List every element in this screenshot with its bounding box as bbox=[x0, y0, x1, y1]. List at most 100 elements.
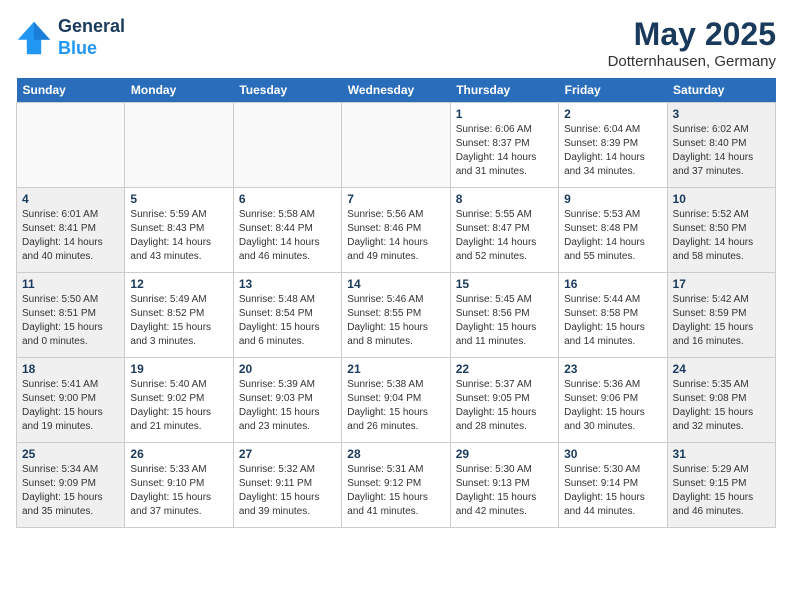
calendar-cell: 8 Sunrise: 5:55 AM Sunset: 8:47 PM Daylig… bbox=[450, 188, 558, 273]
day-number: 9 bbox=[564, 192, 661, 206]
calendar-week-row: 18 Sunrise: 5:41 AM Sunset: 9:00 PM Dayli… bbox=[17, 358, 776, 443]
calendar-table: SundayMondayTuesdayWednesdayThursdayFrid… bbox=[16, 78, 776, 528]
day-number: 30 bbox=[564, 447, 661, 461]
calendar-cell: 26 Sunrise: 5:33 AM Sunset: 9:10 PM Dayli… bbox=[125, 443, 233, 528]
weekday-header: Friday bbox=[559, 78, 667, 103]
calendar-header-row: SundayMondayTuesdayWednesdayThursdayFrid… bbox=[17, 78, 776, 103]
calendar-cell: 12 Sunrise: 5:49 AM Sunset: 8:52 PM Dayli… bbox=[125, 273, 233, 358]
weekday-header: Sunday bbox=[17, 78, 125, 103]
day-number: 7 bbox=[347, 192, 444, 206]
calendar-cell: 4Sunrise: 6:01 AM Sunset: 8:41 PM Daylig… bbox=[17, 188, 125, 273]
calendar-cell bbox=[342, 103, 450, 188]
day-detail: Sunrise: 5:48 AM Sunset: 8:54 PM Dayligh… bbox=[239, 293, 336, 349]
calendar-cell: 1Sunrise: 6:06 AM Sunset: 8:37 PM Daylig… bbox=[450, 103, 558, 188]
day-number: 31 bbox=[673, 447, 770, 461]
calendar-cell: 21 Sunrise: 5:38 AM Sunset: 9:04 PM Dayli… bbox=[342, 358, 450, 443]
calendar-cell: 29 Sunrise: 5:30 AM Sunset: 9:13 PM Dayli… bbox=[450, 443, 558, 528]
day-number: 13 bbox=[239, 277, 336, 291]
day-number: 28 bbox=[347, 447, 444, 461]
day-number: 12 bbox=[130, 277, 227, 291]
day-detail: Sunrise: 5:33 AM Sunset: 9:10 PM Dayligh… bbox=[130, 463, 227, 519]
day-number: 21 bbox=[347, 362, 444, 376]
calendar-week-row: 1Sunrise: 6:06 AM Sunset: 8:37 PM Daylig… bbox=[17, 103, 776, 188]
calendar-cell: 10Sunrise: 5:52 AM Sunset: 8:50 PM Dayli… bbox=[667, 188, 775, 273]
day-detail: Sunrise: 5:38 AM Sunset: 9:04 PM Dayligh… bbox=[347, 378, 444, 434]
calendar-cell: 17Sunrise: 5:42 AM Sunset: 8:59 PM Dayli… bbox=[667, 273, 775, 358]
day-detail: Sunrise: 5:37 AM Sunset: 9:05 PM Dayligh… bbox=[456, 378, 553, 434]
weekday-header: Tuesday bbox=[233, 78, 341, 103]
day-number: 16 bbox=[564, 277, 661, 291]
calendar-cell bbox=[125, 103, 233, 188]
logo-line2: Blue bbox=[58, 38, 125, 60]
calendar-cell: 18 Sunrise: 5:41 AM Sunset: 9:00 PM Dayli… bbox=[17, 358, 125, 443]
day-number: 26 bbox=[130, 447, 227, 461]
location: Dotternhausen, Germany bbox=[608, 53, 776, 70]
day-detail: Sunrise: 5:55 AM Sunset: 8:47 PM Dayligh… bbox=[456, 208, 553, 264]
calendar-cell: 3Sunrise: 6:02 AM Sunset: 8:40 PM Daylig… bbox=[667, 103, 775, 188]
day-detail: Sunrise: 5:36 AM Sunset: 9:06 PM Dayligh… bbox=[564, 378, 661, 434]
day-number: 18 bbox=[22, 362, 119, 376]
day-number: 29 bbox=[456, 447, 553, 461]
calendar-cell: 13 Sunrise: 5:48 AM Sunset: 8:54 PM Dayli… bbox=[233, 273, 341, 358]
day-number: 17 bbox=[673, 277, 770, 291]
calendar-cell: 16 Sunrise: 5:44 AM Sunset: 8:58 PM Dayli… bbox=[559, 273, 667, 358]
day-number: 11 bbox=[22, 277, 119, 291]
calendar-cell: 28Sunrise: 5:31 AM Sunset: 9:12 PM Dayli… bbox=[342, 443, 450, 528]
logo-line1: General bbox=[58, 16, 125, 38]
calendar-cell: 19Sunrise: 5:40 AM Sunset: 9:02 PM Dayli… bbox=[125, 358, 233, 443]
calendar-cell: 6 Sunrise: 5:58 AM Sunset: 8:44 PM Daylig… bbox=[233, 188, 341, 273]
calendar-week-row: 4Sunrise: 6:01 AM Sunset: 8:41 PM Daylig… bbox=[17, 188, 776, 273]
day-number: 22 bbox=[456, 362, 553, 376]
day-detail: Sunrise: 5:45 AM Sunset: 8:56 PM Dayligh… bbox=[456, 293, 553, 349]
day-detail: Sunrise: 6:04 AM Sunset: 8:39 PM Dayligh… bbox=[564, 123, 661, 179]
logo-icon bbox=[16, 20, 52, 56]
calendar-cell: 20 Sunrise: 5:39 AM Sunset: 9:03 PM Dayli… bbox=[233, 358, 341, 443]
calendar-week-row: 25 Sunrise: 5:34 AM Sunset: 9:09 PM Dayli… bbox=[17, 443, 776, 528]
day-number: 1 bbox=[456, 107, 553, 121]
calendar-cell bbox=[17, 103, 125, 188]
calendar-week-row: 11 Sunrise: 5:50 AM Sunset: 8:51 PM Dayli… bbox=[17, 273, 776, 358]
logo: General Blue bbox=[16, 16, 125, 59]
day-detail: Sunrise: 5:59 AM Sunset: 8:43 PM Dayligh… bbox=[130, 208, 227, 264]
day-detail: Sunrise: 5:39 AM Sunset: 9:03 PM Dayligh… bbox=[239, 378, 336, 434]
day-number: 3 bbox=[673, 107, 770, 121]
day-number: 24 bbox=[673, 362, 770, 376]
day-detail: Sunrise: 5:53 AM Sunset: 8:48 PM Dayligh… bbox=[564, 208, 661, 264]
day-detail: Sunrise: 5:44 AM Sunset: 8:58 PM Dayligh… bbox=[564, 293, 661, 349]
calendar-cell: 23Sunrise: 5:36 AM Sunset: 9:06 PM Dayli… bbox=[559, 358, 667, 443]
day-detail: Sunrise: 5:49 AM Sunset: 8:52 PM Dayligh… bbox=[130, 293, 227, 349]
calendar-cell: 2Sunrise: 6:04 AM Sunset: 8:39 PM Daylig… bbox=[559, 103, 667, 188]
calendar-cell: 27Sunrise: 5:32 AM Sunset: 9:11 PM Dayli… bbox=[233, 443, 341, 528]
day-detail: Sunrise: 5:58 AM Sunset: 8:44 PM Dayligh… bbox=[239, 208, 336, 264]
day-number: 8 bbox=[456, 192, 553, 206]
day-detail: Sunrise: 5:41 AM Sunset: 9:00 PM Dayligh… bbox=[22, 378, 119, 434]
day-number: 6 bbox=[239, 192, 336, 206]
day-number: 25 bbox=[22, 447, 119, 461]
weekday-header: Monday bbox=[125, 78, 233, 103]
calendar-cell: 15 Sunrise: 5:45 AM Sunset: 8:56 PM Dayli… bbox=[450, 273, 558, 358]
calendar-cell: 7 Sunrise: 5:56 AM Sunset: 8:46 PM Daylig… bbox=[342, 188, 450, 273]
day-detail: Sunrise: 5:32 AM Sunset: 9:11 PM Dayligh… bbox=[239, 463, 336, 519]
calendar-cell: 25 Sunrise: 5:34 AM Sunset: 9:09 PM Dayli… bbox=[17, 443, 125, 528]
month-title: May 2025 bbox=[608, 16, 776, 53]
day-detail: Sunrise: 5:56 AM Sunset: 8:46 PM Dayligh… bbox=[347, 208, 444, 264]
calendar-cell: 14 Sunrise: 5:46 AM Sunset: 8:55 PM Dayli… bbox=[342, 273, 450, 358]
day-detail: Sunrise: 5:30 AM Sunset: 9:13 PM Dayligh… bbox=[456, 463, 553, 519]
day-detail: Sunrise: 5:30 AM Sunset: 9:14 PM Dayligh… bbox=[564, 463, 661, 519]
day-detail: Sunrise: 5:35 AM Sunset: 9:08 PM Dayligh… bbox=[673, 378, 770, 434]
day-detail: Sunrise: 5:40 AM Sunset: 9:02 PM Dayligh… bbox=[130, 378, 227, 434]
day-number: 20 bbox=[239, 362, 336, 376]
day-number: 15 bbox=[456, 277, 553, 291]
day-detail: Sunrise: 5:46 AM Sunset: 8:55 PM Dayligh… bbox=[347, 293, 444, 349]
day-detail: Sunrise: 5:50 AM Sunset: 8:51 PM Dayligh… bbox=[22, 293, 119, 349]
day-number: 14 bbox=[347, 277, 444, 291]
day-detail: Sunrise: 5:52 AM Sunset: 8:50 PM Dayligh… bbox=[673, 208, 770, 264]
title-area: May 2025 Dotternhausen, Germany bbox=[608, 16, 776, 70]
day-detail: Sunrise: 5:34 AM Sunset: 9:09 PM Dayligh… bbox=[22, 463, 119, 519]
calendar-cell bbox=[233, 103, 341, 188]
weekday-header: Saturday bbox=[667, 78, 775, 103]
page-header: General Blue May 2025 Dotternhausen, Ger… bbox=[16, 16, 776, 70]
calendar-cell: 24 Sunrise: 5:35 AM Sunset: 9:08 PM Dayli… bbox=[667, 358, 775, 443]
weekday-header: Wednesday bbox=[342, 78, 450, 103]
day-detail: Sunrise: 6:01 AM Sunset: 8:41 PM Dayligh… bbox=[22, 208, 119, 264]
